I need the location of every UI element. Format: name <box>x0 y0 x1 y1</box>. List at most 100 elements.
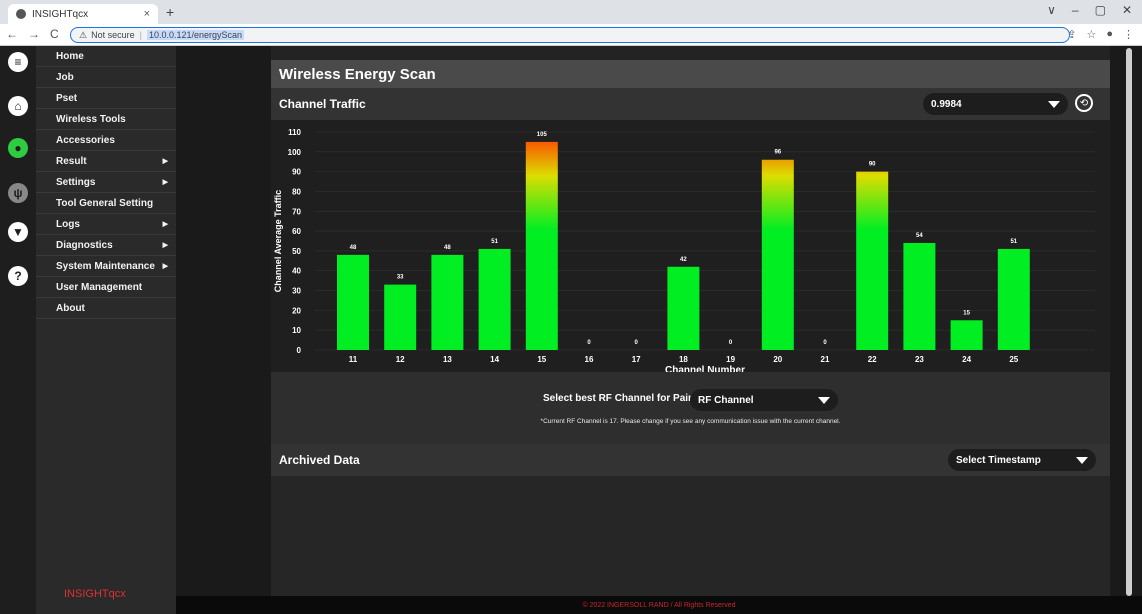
nav-buttons: ← → C <box>6 27 59 41</box>
new-tab-button[interactable]: + <box>166 4 174 20</box>
side-menu: Home Job Pset Wireless Tools Accessories Resu… <box>36 46 176 614</box>
usb-icon[interactable]: ψ <box>8 183 28 203</box>
x-tick-label: 11 <box>349 355 358 364</box>
bar-value-label: 0 <box>823 340 827 346</box>
bar-channel-22[interactable] <box>856 171 889 350</box>
bar-channel-23[interactable] <box>903 242 936 350</box>
home-icon[interactable]: ⌂ <box>8 96 28 116</box>
rf-channel-select[interactable]: RF Channel <box>690 389 838 411</box>
url-input[interactable]: ⚠ Not secure | 10.0.0.121/energyScan <box>70 27 1070 43</box>
menu-item-job[interactable]: Job <box>36 67 176 88</box>
menu-item-label: About <box>56 302 85 314</box>
x-tick-label: 25 <box>1009 355 1018 364</box>
pairing-panel: Select best RF Channel for Pairing RF Ch… <box>271 372 1110 444</box>
menu-item-settings[interactable]: Settings ▶ <box>36 172 176 193</box>
menu-item-system-maintenance[interactable]: System Maintenance ▶ <box>36 256 176 277</box>
refresh-icon[interactable]: ⟲ <box>1075 94 1093 112</box>
archived-data-title: Archived Data <box>279 453 360 467</box>
tab-search-icon[interactable]: ∨ <box>1047 3 1056 17</box>
menu-item-about[interactable]: About <box>36 298 176 319</box>
page-scrollbar[interactable] <box>1126 48 1132 596</box>
x-tick-label: 14 <box>490 355 499 364</box>
y-tick-label: 110 <box>288 128 301 137</box>
menu-item-result[interactable]: Result ▶ <box>36 151 176 172</box>
tab-close-icon[interactable]: × <box>144 8 150 20</box>
x-tick-label: 16 <box>585 355 594 364</box>
menu-item-user-management[interactable]: User Management <box>36 277 176 298</box>
bar-channel-20[interactable] <box>761 159 794 350</box>
x-axis-title: Channel Number <box>665 365 745 372</box>
bar-channel-11[interactable] <box>337 254 369 350</box>
x-tick-label: 23 <box>915 355 924 364</box>
y-tick-label: 80 <box>292 187 301 196</box>
profile-icon[interactable]: ● <box>1106 28 1113 41</box>
browser-tab[interactable]: INSIGHTqcx × <box>8 4 158 24</box>
bar-value-label: 48 <box>350 245 357 251</box>
y-tick-label: 10 <box>292 326 301 335</box>
traffic-select[interactable]: 0.9984 <box>923 93 1068 115</box>
x-tick-label: 19 <box>726 355 735 364</box>
y-tick-label: 90 <box>292 168 301 177</box>
more-icon[interactable]: ⋮ <box>1123 28 1134 41</box>
bar-value-label: 105 <box>537 132 548 138</box>
minimize-button[interactable]: – <box>1072 3 1079 17</box>
menu-item-label: User Management <box>56 281 143 293</box>
bar-channel-24[interactable] <box>950 320 983 350</box>
security-label: Not secure <box>91 30 135 40</box>
bar-channel-25[interactable] <box>997 248 1030 350</box>
timestamp-select-value: Select Timestamp <box>956 454 1041 466</box>
user-icon[interactable]: ● <box>8 138 28 158</box>
page-title: Wireless Energy Scan <box>271 60 1110 88</box>
menu-item-label: Home <box>56 50 84 62</box>
menu-item-label: Accessories <box>56 134 115 146</box>
chart-area: 0 10 20 30 40 50 60 70 80 90 100 110 48 11 33 12 48 13 51 1… <box>271 120 1110 376</box>
menu-item-label: Logs <box>56 218 80 230</box>
browser-tabbar: INSIGHTqcx × + ∨ – ▢ ✕ <box>0 0 1142 24</box>
y-tick-label: 20 <box>292 306 301 315</box>
menu-item-accessories[interactable]: Accessories <box>36 130 176 151</box>
menu-item-pset[interactable]: Pset <box>36 88 176 109</box>
timestamp-select[interactable]: Select Timestamp <box>948 449 1096 471</box>
menu-item-label: Tool General Setting <box>56 197 154 209</box>
y-tick-label: 40 <box>292 267 301 276</box>
menu-item-home[interactable]: Home <box>36 46 176 67</box>
bar-value-label: 90 <box>869 162 876 168</box>
icon-rail: ≡ ⌂ ● ψ ▼? <box>0 46 36 614</box>
bar-channel-13[interactable] <box>431 254 464 350</box>
bar-value-label: 42 <box>680 257 687 263</box>
menu-toggle-icon[interactable]: ≡ <box>8 52 28 72</box>
menu-item-diagnostics[interactable]: Diagnostics ▶ <box>36 235 176 256</box>
bar-value-label: 15 <box>963 310 970 316</box>
y-tick-label: 100 <box>288 148 302 157</box>
bar-channel-15[interactable] <box>525 141 558 350</box>
rf-channel-select-value: RF Channel <box>698 394 754 406</box>
help-icon[interactable]: ? <box>8 266 28 286</box>
y-tick-label: 60 <box>292 227 301 236</box>
url-text: 10.0.0.121/energyScan <box>146 30 245 40</box>
download-icon[interactable]: ▼ <box>8 222 28 242</box>
site-favicon-icon <box>16 9 26 19</box>
chevron-down-icon <box>1048 100 1060 108</box>
bar-channel-14[interactable] <box>478 248 511 350</box>
tab-title: INSIGHTqcx <box>32 8 89 20</box>
back-icon[interactable]: ← <box>6 27 18 41</box>
close-window-button[interactable]: ✕ <box>1122 3 1132 17</box>
bar-value-label: 51 <box>491 239 498 245</box>
pairing-label: Select best RF Channel for Pairing <box>543 393 707 404</box>
share-icon[interactable]: ⇪ <box>1067 28 1076 41</box>
warning-icon[interactable]: ⚠ <box>79 30 87 41</box>
menu-item-wireless-tools[interactable]: Wireless Tools <box>36 109 176 130</box>
forward-icon[interactable]: → <box>28 27 40 41</box>
menu-item-label: Pset <box>56 92 78 104</box>
reload-icon[interactable]: C <box>50 27 59 41</box>
menu-item-logs[interactable]: Logs ▶ <box>36 214 176 235</box>
bookmark-star-icon[interactable]: ☆ <box>1086 28 1096 41</box>
bar-value-label: 48 <box>444 245 451 251</box>
bar-channel-18[interactable] <box>667 266 700 350</box>
menu-item-tool-general-setting[interactable]: Tool General Setting <box>36 193 176 214</box>
bar-channel-12[interactable] <box>384 284 417 350</box>
maximize-button[interactable]: ▢ <box>1095 3 1106 17</box>
y-axis-title: Channel Average Traffic <box>273 190 283 292</box>
channel-traffic-title: Channel Traffic <box>279 97 366 111</box>
y-tick-label: 50 <box>292 247 301 256</box>
